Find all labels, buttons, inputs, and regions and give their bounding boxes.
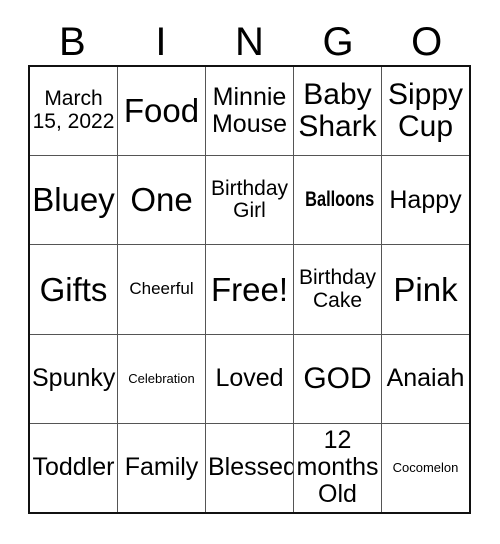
bingo-cell-text: Loved (215, 364, 284, 393)
bingo-cell[interactable]: Birthday Cake (294, 245, 382, 334)
bingo-row: Spunky Celebration Loved GOD Anaiah (30, 334, 469, 424)
bingo-row: Toddler Family Blessed 12 months Old Coc… (30, 423, 469, 513)
bingo-grid: March 15, 2022 Food Minnie Mouse Baby Sh… (28, 65, 471, 514)
bingo-cell-text: Pink (393, 270, 458, 308)
bingo-cell-text: Happy (389, 185, 462, 214)
bingo-row: March 15, 2022 Food Minnie Mouse Baby Sh… (30, 67, 469, 157)
bingo-card: B I N G O March 15, 2022 Food Minnie Mou… (0, 0, 500, 544)
header-letter-b: B (58, 19, 86, 64)
bingo-cell[interactable]: Balloons (294, 156, 382, 245)
bingo-cell-text: Birthday Girl (210, 176, 289, 223)
bingo-row: Bluey One Birthday Girl Balloons Happy (30, 156, 469, 246)
bingo-cell[interactable]: Anaiah (382, 335, 469, 423)
bingo-cell-text: GOD (303, 361, 372, 395)
bingo-cell[interactable]: Pink (382, 245, 469, 333)
bingo-cell[interactable]: Birthday Girl (206, 156, 294, 245)
bingo-cell[interactable]: Sippy Cup (382, 67, 469, 155)
header-letter-g: G (322, 19, 354, 64)
bingo-cell[interactable]: One (118, 156, 206, 245)
bingo-cell[interactable]: Minnie Mouse (206, 67, 294, 156)
bingo-cell[interactable]: Gifts (30, 245, 118, 334)
bingo-cell[interactable]: Food (118, 67, 206, 156)
bingo-cell[interactable]: GOD (294, 334, 382, 423)
bingo-cell[interactable]: Spunky (30, 334, 118, 423)
bingo-cell-text: March 15, 2022 (32, 87, 115, 134)
bingo-cell-text: Free! (210, 270, 289, 308)
bingo-cell[interactable]: Cocomelon (382, 424, 469, 512)
bingo-cell[interactable]: Celebration (118, 334, 206, 423)
bingo-cell-text: One (130, 181, 193, 219)
bingo-cell-text: Gifts (39, 270, 108, 308)
header-letter-o: O (411, 19, 443, 64)
bingo-cell-text: Sippy Cup (387, 77, 464, 144)
bingo-cell-text: Family (124, 453, 199, 482)
bingo-cell-text: Balloons (305, 187, 375, 211)
bingo-cell[interactable]: 12 months Old (294, 423, 382, 513)
bingo-cell-text: Celebration (128, 370, 195, 386)
bingo-cell[interactable]: Family (118, 423, 206, 513)
header-letter-i: I (155, 19, 167, 64)
bingo-cell-text: Minnie Mouse (211, 83, 288, 139)
bingo-cell-free[interactable]: Free! (206, 245, 294, 334)
bingo-cell-text: Birthday Cake (298, 265, 377, 312)
bingo-cell-text: Baby Shark (298, 77, 377, 144)
bingo-cell-text: Spunky (32, 364, 116, 393)
bingo-cell[interactable]: Blessed (206, 423, 294, 513)
bingo-cell-text: Cocomelon (392, 459, 459, 475)
bingo-cell-text: Bluey (32, 181, 115, 219)
bingo-cell[interactable]: Bluey (30, 156, 118, 245)
bingo-cell-text: Toddler (32, 453, 115, 482)
bingo-cell-text: Anaiah (386, 364, 465, 393)
bingo-cell[interactable]: Happy (382, 156, 469, 244)
bingo-cell[interactable]: Toddler (30, 423, 118, 513)
bingo-header-row: B I N G O (28, 18, 471, 65)
bingo-cell[interactable]: Baby Shark (294, 67, 382, 156)
bingo-cell[interactable]: Cheerful (118, 245, 206, 334)
bingo-cell[interactable]: March 15, 2022 (30, 67, 118, 156)
bingo-cell-text: Cheerful (129, 279, 194, 299)
bingo-cell-text: 12 months Old (296, 426, 379, 509)
bingo-cell-text: Blessed (208, 453, 294, 482)
bingo-row: Gifts Cheerful Free! Birthday Cake Pink (30, 245, 469, 335)
bingo-cell-text: Food (123, 92, 200, 130)
header-letter-n: N (235, 19, 264, 64)
bingo-cell[interactable]: Loved (206, 334, 294, 423)
